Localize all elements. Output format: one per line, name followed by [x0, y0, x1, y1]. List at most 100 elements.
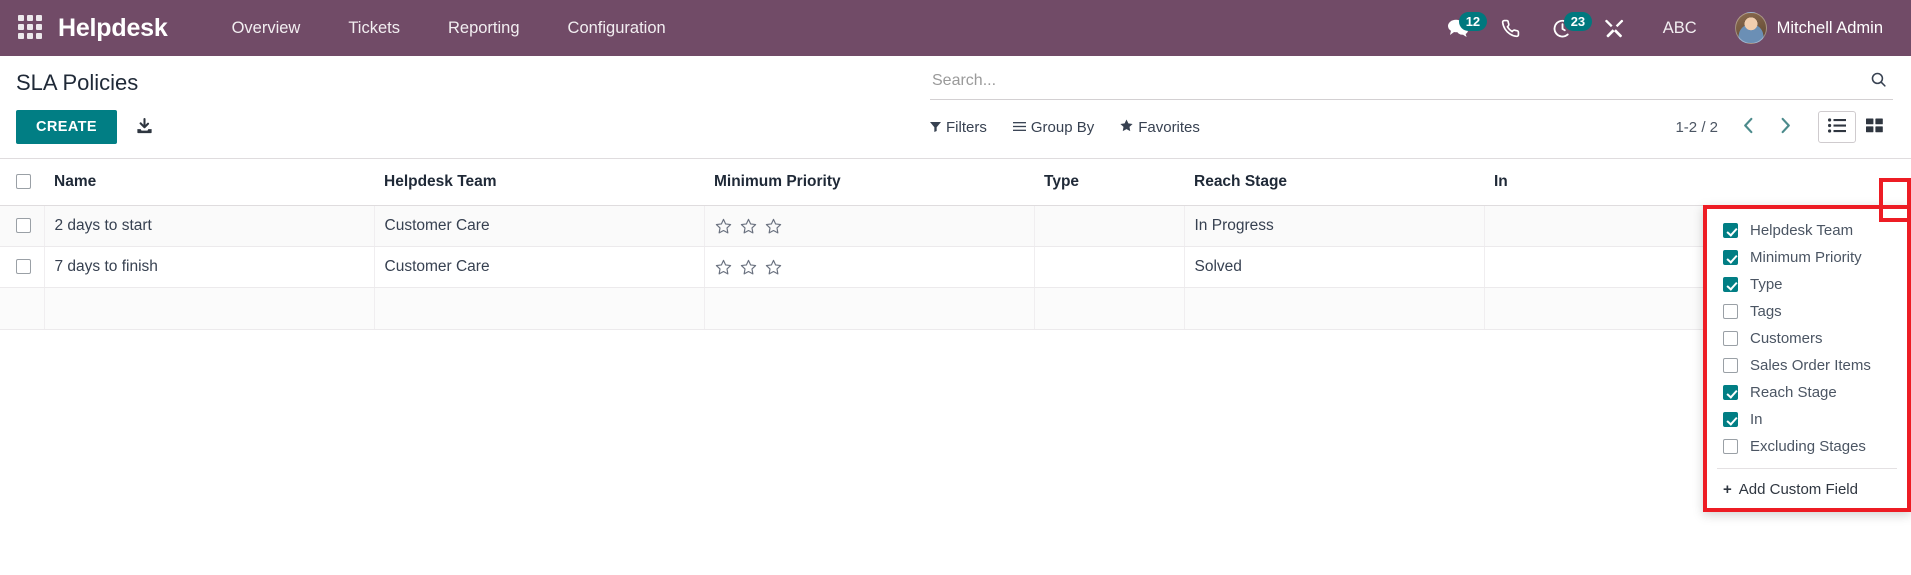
checkbox-checked-icon[interactable] [1723, 277, 1738, 292]
checkbox-unchecked-icon[interactable] [1723, 358, 1738, 373]
import-records-button[interactable] [131, 112, 158, 142]
empty-cell [1034, 287, 1185, 330]
main-menu: Overview Tickets Reporting Configuration [208, 1, 690, 56]
avatar [1734, 12, 1767, 44]
nav-item-configuration[interactable]: Configuration [544, 1, 690, 56]
checkbox-unchecked-icon[interactable] [1723, 331, 1738, 346]
cell-type [1034, 246, 1185, 288]
optional-column-label: Tags [1750, 303, 1782, 320]
checkbox-checked-icon[interactable] [1723, 250, 1738, 265]
optional-column-label: Reach Stage [1750, 384, 1837, 401]
phone-button[interactable] [1485, 11, 1536, 46]
cell-minimum-priority [704, 205, 1035, 247]
pager-next-button[interactable] [1769, 115, 1802, 139]
nav-item-reporting[interactable]: Reporting [424, 1, 544, 56]
kanban-view-button[interactable] [1856, 111, 1893, 143]
checkbox-checked-icon[interactable] [1723, 385, 1738, 400]
cell-reach-stage: In Progress [1184, 205, 1485, 247]
nav-item-tickets[interactable]: Tickets [324, 1, 424, 56]
checkbox-unchecked-icon[interactable] [1723, 439, 1738, 454]
filter-menu-group: Filters Group By Favorites [930, 119, 1200, 136]
messages-button[interactable]: 12 [1431, 10, 1488, 46]
column-header-reach-stage[interactable]: Reach Stage [1184, 159, 1484, 206]
pager: 1-2 / 2 [1675, 111, 1893, 143]
chevron-right-icon [1778, 117, 1793, 137]
cell-reach-stage: Solved [1184, 246, 1485, 288]
dropdown-divider [1717, 468, 1897, 469]
group-by-dropdown[interactable]: Group By [1012, 118, 1095, 136]
view-switcher [1818, 111, 1893, 143]
checkbox-unchecked-icon[interactable] [1723, 304, 1738, 319]
table-empty-filler-row [0, 287, 1911, 330]
checkbox-checked-icon[interactable] [1723, 223, 1738, 238]
row-checkbox[interactable] [16, 259, 31, 275]
nav-item-overview[interactable]: Overview [208, 1, 325, 56]
row-select-cell [0, 205, 45, 247]
optional-column-helpdesk-team[interactable]: Helpdesk Team [1707, 217, 1907, 244]
cell-helpdesk-team: Customer Care [374, 246, 705, 288]
kanban-view-icon [1866, 118, 1883, 136]
phone-icon [1501, 19, 1520, 38]
favorites-label: Favorites [1138, 118, 1200, 136]
filters-dropdown[interactable]: Filters [930, 119, 987, 136]
cell-helpdesk-team: Customer Care [374, 205, 705, 247]
pager-previous-button[interactable] [1732, 115, 1765, 139]
tools-button[interactable] [1589, 10, 1641, 46]
search-submit-button[interactable] [1860, 71, 1893, 91]
optional-column-sales-order-items[interactable]: Sales Order Items [1707, 352, 1907, 379]
company-switcher-abc[interactable]: ABC [1641, 11, 1719, 46]
optional-column-excluding-stages[interactable]: Excluding Stages [1707, 433, 1907, 460]
cell-type [1034, 205, 1185, 247]
favorites-dropdown[interactable]: Favorites [1120, 119, 1200, 136]
search-bar[interactable] [930, 68, 1893, 100]
apps-grid-icon[interactable] [18, 15, 44, 41]
checkbox-checked-icon[interactable] [1723, 412, 1738, 427]
optional-column-label: Minimum Priority [1750, 249, 1862, 266]
table-row[interactable]: 2 days to start Customer Care In Progres… [0, 205, 1911, 247]
optional-column-customers[interactable]: Customers [1707, 325, 1907, 352]
optional-column-label: Helpdesk Team [1750, 222, 1854, 239]
add-custom-field-button[interactable]: + Add Custom Field [1707, 477, 1907, 500]
column-header-helpdesk-team[interactable]: Helpdesk Team [374, 159, 704, 206]
import-download-icon [135, 116, 154, 138]
sla-policies-table: Name Helpdesk Team Minimum Priority Type… [0, 159, 1911, 330]
search-icon [1870, 71, 1887, 91]
row-select-cell [0, 246, 45, 288]
page-title: SLA Policies [16, 70, 139, 95]
optional-column-tags[interactable]: Tags [1707, 298, 1907, 325]
column-header-name[interactable]: Name [44, 159, 374, 206]
optional-columns-dropdown: Helpdesk Team Minimum Priority Type Tags… [1703, 205, 1911, 512]
empty-cell [374, 287, 705, 330]
pager-range: 1-2 / 2 [1675, 118, 1718, 136]
table-row[interactable]: 7 days to finish Customer Care Solved [0, 246, 1911, 288]
create-button[interactable]: CREATE [16, 110, 117, 144]
user-name-label: Mitchell Admin [1776, 18, 1883, 37]
user-menu[interactable]: Mitchell Admin [1719, 6, 1893, 50]
app-brand-helpdesk[interactable]: Helpdesk [58, 14, 168, 43]
action-buttons: CREATE [16, 110, 930, 158]
priority-stars[interactable] [715, 259, 1024, 276]
group-by-label: Group By [1030, 118, 1095, 136]
priority-stars[interactable] [715, 218, 1024, 235]
wrench-screwdriver-icon [1604, 18, 1625, 38]
optional-column-minimum-priority[interactable]: Minimum Priority [1707, 244, 1907, 271]
search-input[interactable] [930, 70, 1860, 92]
top-navbar: Helpdesk Overview Tickets Reporting Conf… [0, 0, 1911, 56]
funnel-icon [930, 119, 941, 136]
select-all-header [0, 159, 44, 206]
table-header-row: Name Helpdesk Team Minimum Priority Type… [0, 159, 1911, 206]
select-all-checkbox[interactable] [16, 174, 31, 190]
optional-column-label: Excluding Stages [1750, 438, 1866, 455]
optional-column-reach-stage[interactable]: Reach Stage [1707, 379, 1907, 406]
list-view-button[interactable] [1818, 111, 1856, 143]
row-checkbox[interactable] [16, 218, 31, 234]
optional-column-label: In [1750, 411, 1763, 428]
add-custom-field-label: Add Custom Field [1738, 481, 1858, 498]
empty-cell [704, 287, 1035, 330]
optional-column-type[interactable]: Type [1707, 271, 1907, 298]
activities-button[interactable]: 23 [1536, 10, 1593, 47]
column-header-minimum-priority[interactable]: Minimum Priority [704, 159, 1034, 206]
column-header-in[interactable]: In [1484, 159, 1911, 206]
optional-column-in[interactable]: In [1707, 406, 1907, 433]
column-header-type[interactable]: Type [1034, 159, 1184, 206]
